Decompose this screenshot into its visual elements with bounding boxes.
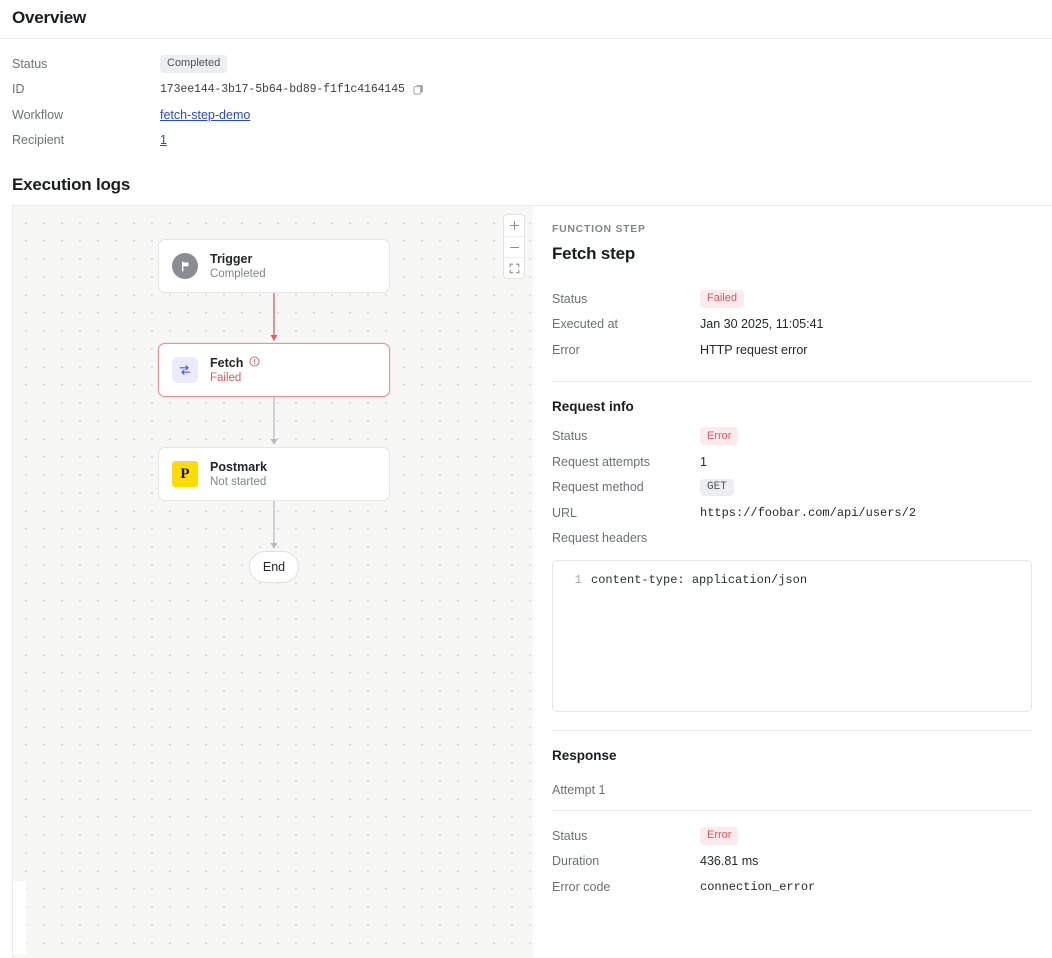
request-method-badge: GET	[700, 479, 734, 497]
execution-id-text: 173ee144-3b17-5b64-bd89-f1f1c4164145	[160, 83, 405, 96]
flow-node-end[interactable]: End	[249, 551, 299, 583]
summary-value-error: HTTP request error	[700, 343, 807, 357]
workflow-canvas[interactable]: Trigger Completed	[12, 205, 533, 958]
flow-node-postmark-status: Not started	[210, 476, 267, 488]
request-row-url: URL https://foobar.com/api/users/2	[552, 500, 1032, 526]
summary-value-executed-at: Jan 30 2025, 11:05:41	[700, 317, 824, 331]
summary-row-status: Status Failed	[552, 286, 1032, 312]
flag-icon	[172, 253, 198, 279]
response-status-badge: Error	[700, 827, 738, 845]
status-badge: Completed	[160, 55, 227, 73]
response-value-error-code: connection_error	[700, 880, 815, 894]
request-info-rows: Status Error Request attempts 1 Request …	[552, 424, 1032, 552]
flow-node-trigger-title: Trigger	[210, 252, 266, 266]
workflow-flow: Trigger Completed	[158, 239, 390, 583]
postmark-logo-icon: P	[172, 461, 198, 487]
overview-value-status: Completed	[160, 55, 227, 73]
request-info-divider	[552, 381, 1032, 382]
request-key-headers: Request headers	[552, 531, 700, 545]
step-title: Fetch step	[552, 244, 1032, 264]
flow-node-fetch[interactable]: Fetch Failed	[158, 343, 390, 397]
flow-node-postmark[interactable]: P Postmark Not started	[158, 447, 390, 501]
request-info-heading: Request info	[552, 399, 1032, 414]
overview-key-id: ID	[12, 82, 160, 96]
fit-view-button[interactable]	[504, 257, 524, 278]
response-key-duration: Duration	[552, 854, 700, 868]
recipient-link[interactable]: 1	[160, 133, 167, 147]
zoom-in-button[interactable]	[504, 215, 524, 236]
flow-connector-postmark-end	[158, 501, 390, 551]
response-key-error-code: Error code	[552, 880, 700, 894]
execution-logs-title: Execution logs	[0, 153, 1052, 205]
overview-row-id: ID 173ee144-3b17-5b64-bd89-f1f1c4164145	[12, 77, 1040, 103]
code-line-number: 1	[553, 572, 591, 589]
response-attempt-label: Attempt 1	[552, 783, 1032, 797]
execution-logs-body: Trigger Completed	[0, 205, 1052, 958]
overview-key-status: Status	[12, 57, 160, 71]
request-row-headers: Request headers	[552, 526, 1032, 552]
response-row-error-code: Error code connection_error	[552, 874, 1032, 900]
overview-key-workflow: Workflow	[12, 108, 160, 122]
flow-node-postmark-title: Postmark	[210, 460, 267, 474]
response-row-duration: Duration 436.81 ms	[552, 849, 1032, 875]
copy-icon[interactable]	[413, 84, 424, 95]
summary-key-status: Status	[552, 292, 700, 306]
request-status-badge: Error	[700, 427, 738, 445]
page-title: Overview	[12, 0, 1040, 38]
request-key-url: URL	[552, 506, 700, 520]
response-rows: Status Error Duration 436.81 ms Error co…	[552, 823, 1032, 900]
flow-node-fetch-title: Fetch	[210, 356, 243, 370]
request-value-attempts: 1	[700, 455, 707, 469]
response-divider	[552, 730, 1032, 731]
response-key-status: Status	[552, 829, 700, 843]
summary-key-error: Error	[552, 343, 700, 357]
summary-row-executed-at: Executed at Jan 30 2025, 11:05:41	[552, 312, 1032, 338]
flow-connector-trigger-fetch	[158, 293, 390, 343]
warning-icon	[249, 356, 260, 370]
workflow-link[interactable]: fetch-step-demo	[160, 108, 250, 122]
code-line: 1 content-type: application/json	[553, 572, 1031, 589]
exchange-arrows-icon	[172, 357, 198, 383]
response-attempt-divider	[552, 810, 1032, 811]
flow-connector-fetch-postmark	[158, 397, 390, 447]
request-value-url: https://foobar.com/api/users/2	[700, 506, 916, 520]
overview-row-recipient: Recipient 1	[12, 128, 1040, 154]
step-status-badge: Failed	[700, 290, 744, 308]
step-type-label: FUNCTION STEP	[552, 223, 1032, 235]
response-heading: Response	[552, 748, 1032, 763]
overview-key-recipient: Recipient	[12, 133, 160, 147]
canvas-scroll-gutter	[12, 881, 26, 954]
request-row-attempts: Request attempts 1	[552, 449, 1032, 475]
step-summary-rows: Status Failed Executed at Jan 30 2025, 1…	[552, 286, 1032, 363]
request-row-method: Request method GET	[552, 475, 1032, 501]
request-key-attempts: Request attempts	[552, 455, 700, 469]
code-line-text: content-type: application/json	[591, 572, 807, 589]
request-key-method: Request method	[552, 480, 700, 494]
overview-row-status: Status Completed	[12, 51, 1040, 77]
flow-node-trigger-status: Completed	[210, 268, 266, 280]
summary-row-error: Error HTTP request error	[552, 337, 1032, 363]
request-row-status: Status Error	[552, 424, 1032, 450]
flow-node-fetch-status: Failed	[210, 372, 260, 384]
request-key-status: Status	[552, 429, 700, 443]
request-headers-code-block[interactable]: 1 content-type: application/json	[552, 560, 1032, 712]
step-detail-panel: FUNCTION STEP Fetch step Status Failed E…	[533, 205, 1052, 958]
summary-key-executed-at: Executed at	[552, 317, 700, 331]
canvas-zoom-controls	[503, 214, 525, 279]
overview-value-id: 173ee144-3b17-5b64-bd89-f1f1c4164145	[160, 83, 424, 96]
overview-row-workflow: Workflow fetch-step-demo	[12, 102, 1040, 128]
response-value-duration: 436.81 ms	[700, 854, 758, 868]
overview-section: Overview Status Completed ID 173ee144-3b…	[0, 0, 1052, 153]
response-row-status: Status Error	[552, 823, 1032, 849]
zoom-out-button[interactable]	[504, 236, 524, 257]
overview-divider	[0, 38, 1052, 39]
flow-node-trigger[interactable]: Trigger Completed	[158, 239, 390, 293]
